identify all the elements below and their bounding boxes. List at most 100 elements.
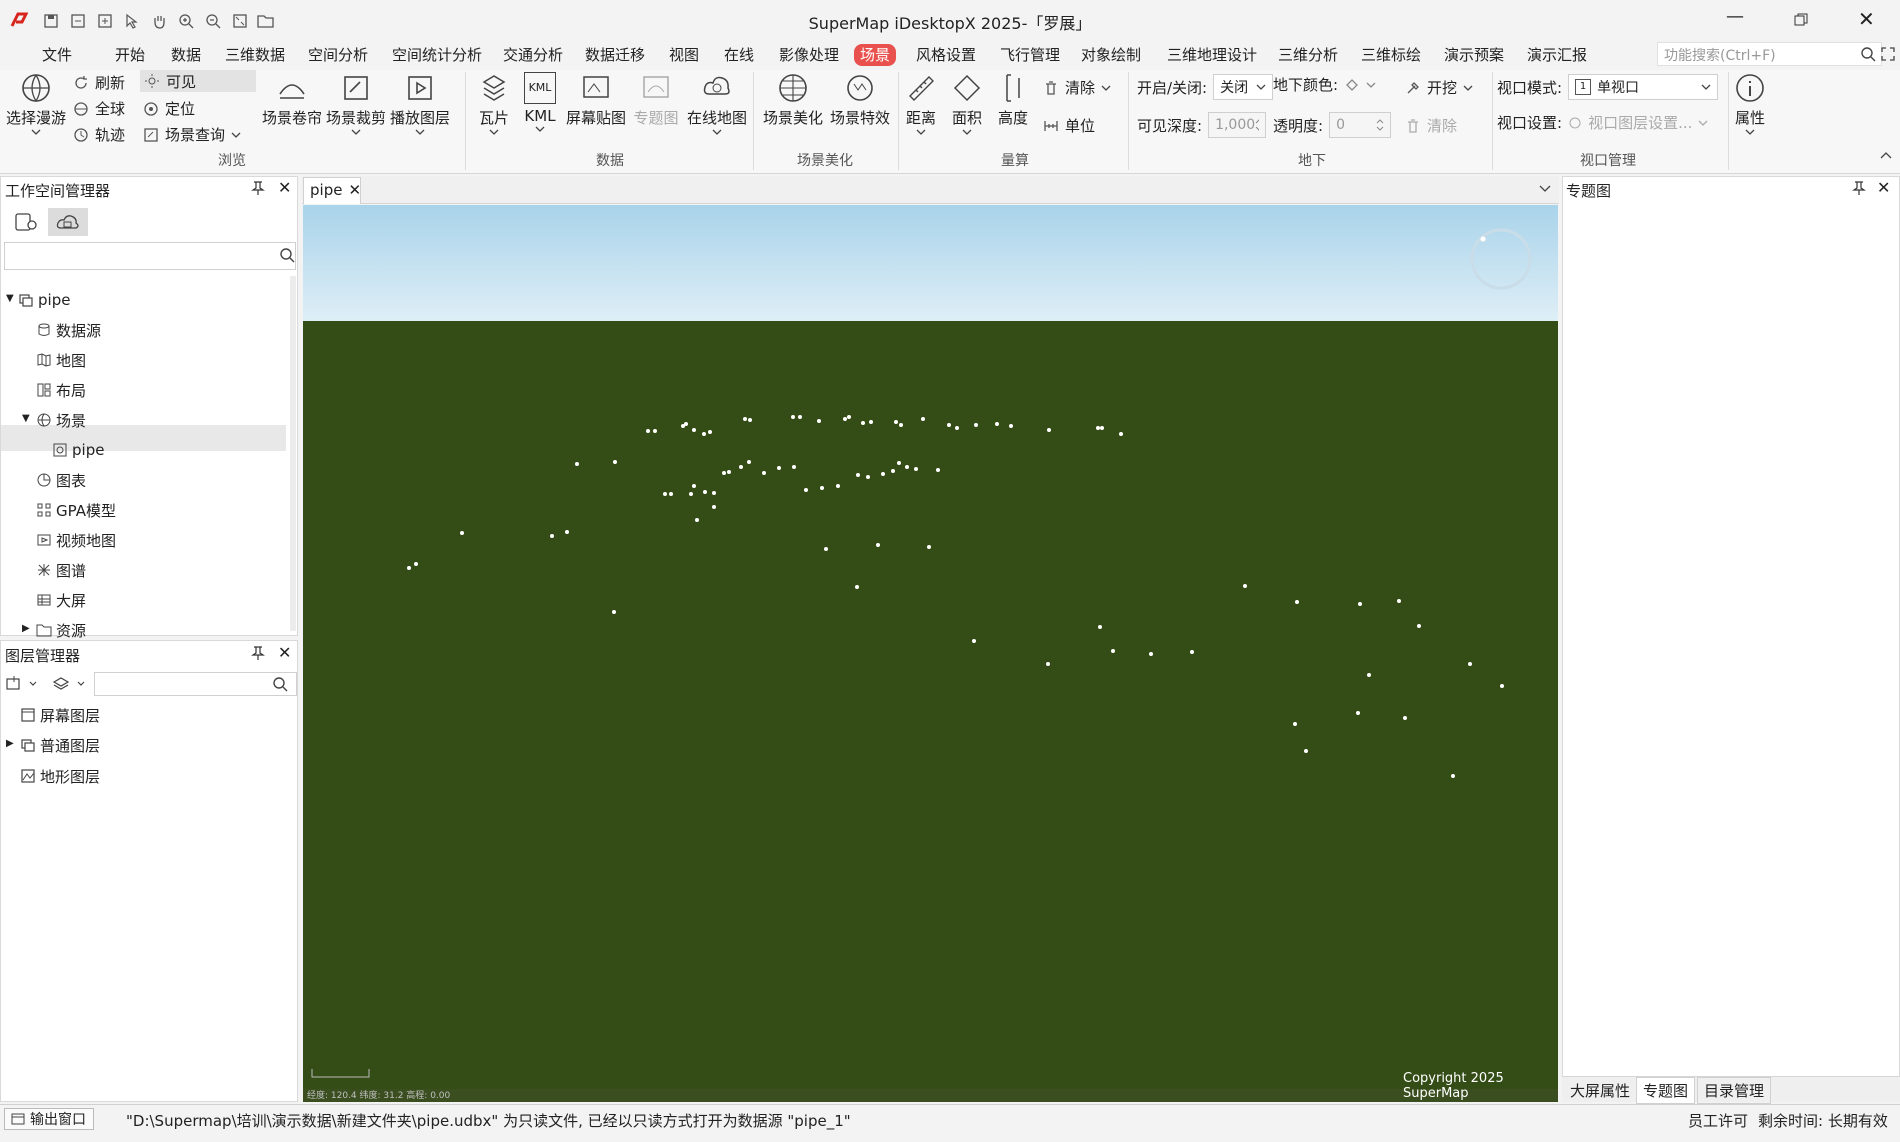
underground-clear-button[interactable]: 清除	[1405, 115, 1457, 136]
tree-item[interactable]: 图表	[36, 468, 86, 492]
layer-search-input[interactable]	[94, 672, 297, 696]
tree-item[interactable]: 资源	[36, 618, 86, 642]
tab-pipe[interactable]: pipe ✕	[303, 177, 361, 204]
close-panel-icon[interactable]: ✕	[278, 178, 291, 197]
pin-icon[interactable]	[1852, 180, 1866, 196]
tile-button[interactable]: 瓦片	[474, 72, 514, 136]
menu-item[interactable]: 在线	[724, 45, 754, 65]
dig-button[interactable]: 开挖	[1405, 77, 1473, 98]
collapse-ribbon-icon[interactable]	[1880, 150, 1892, 160]
restore-button[interactable]	[1794, 13, 1808, 27]
opacity-input[interactable]: 0	[1329, 112, 1392, 138]
search-icon[interactable]	[1860, 46, 1876, 62]
compass-navigation-icon[interactable]	[1469, 227, 1533, 291]
menu-item[interactable]: 风格设置	[916, 45, 976, 65]
close-window-button[interactable]: ✕	[1858, 7, 1875, 31]
tree-item[interactable]: 地图	[36, 348, 86, 372]
menu-item[interactable]: 三维标绘	[1361, 45, 1421, 65]
pin-icon[interactable]	[251, 645, 265, 661]
underground-toggle-select[interactable]: 关闭	[1213, 74, 1274, 100]
menu-item[interactable]: 空间分析	[308, 45, 368, 65]
scene-query-button[interactable]: 场景查询	[143, 124, 241, 145]
close-panel-icon[interactable]: ✕	[1877, 178, 1890, 197]
menu-item[interactable]: 数据	[171, 45, 201, 65]
menu-item[interactable]: 开始	[115, 45, 145, 65]
tab-catalog[interactable]: 目录管理	[1697, 1077, 1772, 1104]
tree-item[interactable]: 大屏	[36, 588, 86, 612]
pin-icon[interactable]	[251, 180, 265, 196]
play-layer-button[interactable]: 播放图层	[388, 72, 452, 136]
function-search-input[interactable]: 功能搜索(Ctrl+F)	[1657, 42, 1882, 66]
track-button[interactable]: 轨迹	[73, 124, 125, 145]
menu-item[interactable]: 视图	[669, 45, 699, 65]
search-icon[interactable]	[272, 676, 288, 692]
tree-item[interactable]: pipe	[18, 288, 70, 312]
close-tab-icon[interactable]: ✕	[348, 181, 361, 201]
viewport-mode-select[interactable]: 1 单视口	[1568, 74, 1719, 100]
refresh-button[interactable]: 刷新	[73, 72, 125, 93]
menu-item[interactable]: 交通分析	[503, 45, 563, 65]
visible-button[interactable]: 可见	[140, 70, 256, 92]
scene-clip-button[interactable]: 场景裁剪	[326, 72, 386, 136]
online-map-button[interactable]: 在线地图	[686, 72, 748, 136]
add-layer-icon[interactable]	[6, 676, 38, 692]
scene-effect-button[interactable]: 场景特效	[829, 72, 891, 128]
menu-item[interactable]: 文件	[42, 45, 72, 65]
thematic-map-button[interactable]: 专题图	[632, 72, 680, 128]
collapse-arrow-icon[interactable]: ▼	[6, 293, 14, 304]
close-panel-icon[interactable]: ✕	[278, 643, 291, 662]
clear-measure-button[interactable]: 清除	[1043, 77, 1111, 98]
online-workspace-button[interactable]	[48, 208, 88, 236]
menu-item[interactable]: 空间统计分析	[392, 45, 482, 65]
paint-bucket-icon[interactable]	[1344, 77, 1360, 93]
workspace-scrollbar[interactable]	[290, 276, 296, 631]
tree-item[interactable]: 数据源	[36, 318, 101, 342]
unit-button[interactable]: 单位	[1043, 115, 1095, 136]
workspace-view-button[interactable]	[8, 208, 44, 236]
properties-button[interactable]: 属性	[1732, 72, 1768, 136]
tab-list-chevron-icon[interactable]	[1539, 185, 1551, 193]
depth-input[interactable]: 1,000	[1208, 112, 1267, 138]
tree-item[interactable]: pipe	[52, 438, 104, 462]
tree-item[interactable]: GPA模型	[36, 498, 116, 522]
menu-item[interactable]: 飞行管理	[1000, 45, 1060, 65]
scene-beautify-button[interactable]: 场景美化	[762, 72, 824, 128]
expand-arrow-icon[interactable]: ▶	[6, 738, 14, 749]
menu-item[interactable]: 三维数据	[225, 45, 285, 65]
area-button[interactable]: 面积	[949, 72, 985, 136]
layer-item-screen[interactable]: 屏幕图层	[20, 703, 100, 727]
scene-roll-button[interactable]: 场景卷帘	[262, 72, 322, 128]
kml-button[interactable]: KML KML	[520, 72, 560, 133]
select-roam-button[interactable]: 选择漫游	[6, 72, 66, 136]
distance-button[interactable]: 距离	[903, 72, 939, 136]
menu-item[interactable]: 对象绘制	[1081, 45, 1141, 65]
search-icon[interactable]	[279, 247, 295, 263]
tree-item[interactable]: 布局	[36, 378, 86, 402]
layer-stack-icon[interactable]	[52, 676, 88, 692]
layer-item-normal[interactable]: 普通图层	[20, 733, 100, 757]
tab-thematic-map[interactable]: 专题图	[1636, 1077, 1696, 1104]
menu-item[interactable]: 演示预案	[1444, 45, 1504, 65]
menu-item[interactable]: 演示汇报	[1527, 45, 1587, 65]
menu-item[interactable]: 数据迁移	[585, 45, 645, 65]
height-button[interactable]: 高度	[995, 72, 1031, 128]
tree-item[interactable]: 图谱	[36, 558, 86, 582]
layer-item-terrain[interactable]: 地形图层	[20, 764, 100, 788]
tree-item[interactable]: 场景	[36, 408, 86, 432]
chevron-down-icon[interactable]	[1366, 81, 1376, 89]
menu-item[interactable]: 场景	[854, 44, 897, 66]
screen-texture-button[interactable]: 屏幕贴图	[564, 72, 628, 128]
output-window-button[interactable]: 输出窗口	[4, 1108, 94, 1130]
tab-bigscreen-properties[interactable]: 大屏属性	[1570, 1080, 1630, 1101]
workspace-search-input[interactable]	[4, 242, 296, 270]
fullscreen-icon[interactable]	[1880, 46, 1896, 62]
minimize-button[interactable]: —	[1726, 6, 1744, 27]
menu-item[interactable]: 影像处理	[779, 45, 839, 65]
collapse-arrow-icon[interactable]: ▼	[22, 413, 30, 424]
menu-item[interactable]: 三维分析	[1278, 45, 1338, 65]
scene-viewport[interactable]: 经度: 120.4 纬度: 31.2 高程: 0.00 Copyright 20…	[303, 205, 1558, 1102]
locate-button[interactable]: 定位	[143, 98, 195, 119]
globe-button[interactable]: 全球	[73, 98, 125, 119]
expand-arrow-icon[interactable]: ▶	[22, 623, 30, 634]
menu-item[interactable]: 三维地理设计	[1167, 45, 1257, 65]
